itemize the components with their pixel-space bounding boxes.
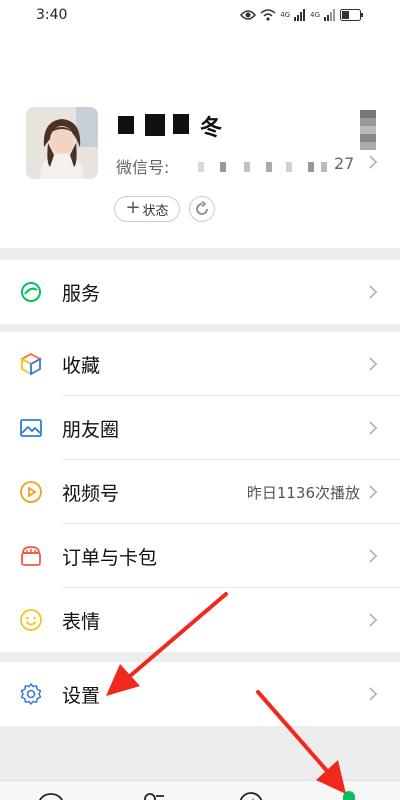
menu-item-favorites[interactable]: 收藏 bbox=[0, 332, 400, 396]
menu-item-moments[interactable]: 朋友圈 bbox=[0, 396, 400, 460]
menu-group-main: 收藏 朋友圈 视频号 昨日1136次播放 订单与卡包 表情 bbox=[0, 332, 400, 652]
menu-item-services[interactable]: 服务 bbox=[0, 260, 400, 324]
redaction-block bbox=[173, 114, 189, 134]
redaction-block bbox=[145, 114, 165, 136]
channels-play-count: 昨日1136次播放 bbox=[246, 484, 360, 502]
chevron-right-icon bbox=[369, 549, 378, 563]
battery-icon bbox=[340, 9, 363, 21]
status-button-label: 状态 bbox=[142, 203, 169, 219]
menu-item-label: 设置 bbox=[62, 685, 101, 707]
signal-bars-icon bbox=[294, 9, 306, 21]
menu-item-label: 视频号 bbox=[62, 483, 120, 505]
menu-item-settings[interactable]: 设置 bbox=[0, 662, 400, 726]
discover-tab-icon[interactable] bbox=[236, 790, 266, 800]
redaction-mosaic bbox=[220, 162, 226, 172]
wechat-id-label: 微信号: bbox=[116, 158, 170, 177]
services-icon bbox=[21, 282, 41, 302]
stickers-smile-icon bbox=[20, 609, 42, 631]
redaction-mosaic bbox=[198, 162, 204, 172]
add-status-button[interactable]: + 状态 bbox=[114, 196, 180, 222]
redaction-mosaic bbox=[244, 162, 250, 172]
favorites-cube-icon bbox=[20, 352, 42, 376]
signal-bars-icon bbox=[324, 9, 335, 21]
wechat-id-row: 微信号: 27 bbox=[116, 154, 386, 178]
redaction-block bbox=[118, 116, 134, 134]
me-tab-icon[interactable] bbox=[343, 791, 355, 800]
profile-card[interactable]: 冬 微信号: 27 + 状态 bbox=[0, 30, 400, 248]
menu-group-settings: 设置 bbox=[0, 662, 400, 726]
contacts-tab-icon[interactable] bbox=[138, 790, 168, 800]
status-history-button[interactable] bbox=[189, 196, 215, 222]
settings-gear-icon bbox=[20, 683, 42, 705]
menu-group-services: 服务 bbox=[0, 260, 400, 324]
refresh-circle-icon bbox=[196, 201, 208, 215]
chevron-right-icon bbox=[369, 687, 378, 701]
menu-item-label: 表情 bbox=[62, 611, 101, 633]
moments-image-icon bbox=[20, 419, 42, 437]
chats-tab-icon[interactable] bbox=[36, 790, 66, 800]
menu-item-label: 朋友圈 bbox=[62, 419, 120, 441]
plus-icon: + bbox=[125, 197, 141, 218]
chevron-right-icon bbox=[369, 421, 378, 435]
wifi-icon bbox=[260, 9, 276, 21]
menu-item-stickers[interactable]: 表情 bbox=[0, 588, 400, 652]
bottom-tab-bar bbox=[0, 780, 400, 800]
chevron-right-icon bbox=[369, 285, 378, 299]
avatar-portrait-icon bbox=[26, 107, 98, 179]
status-bar: 3:40 4G 4G bbox=[0, 0, 400, 30]
wechat-id-visible: 27 bbox=[334, 154, 355, 173]
avatar[interactable] bbox=[26, 107, 98, 179]
redaction-mosaic bbox=[308, 162, 314, 172]
wechat-me-screen: 3:40 4G 4G 冬 微信号: 27 + 状态 服务 收藏 朋友圈 视频号 … bbox=[0, 0, 400, 800]
chevron-right-icon bbox=[369, 485, 378, 499]
signal-1-label: 4G bbox=[280, 11, 291, 19]
menu-item-orders-cards[interactable]: 订单与卡包 bbox=[0, 524, 400, 588]
channels-play-icon bbox=[20, 481, 42, 503]
redaction-mosaic bbox=[321, 162, 327, 172]
status-time: 3:40 bbox=[36, 7, 68, 23]
menu-item-label: 收藏 bbox=[62, 355, 101, 377]
username-redacted: 冬 bbox=[118, 110, 238, 141]
orders-wallet-icon bbox=[21, 546, 41, 566]
signal-2-label: 4G bbox=[310, 11, 320, 19]
redaction-mosaic bbox=[266, 162, 272, 172]
menu-item-label: 服务 bbox=[62, 283, 101, 305]
chevron-right-icon bbox=[369, 155, 378, 169]
redaction-mosaic bbox=[286, 162, 292, 172]
eye-icon bbox=[240, 10, 257, 20]
menu-item-label: 订单与卡包 bbox=[62, 547, 158, 569]
chevron-right-icon bbox=[369, 357, 378, 371]
menu-item-channels[interactable]: 视频号 昨日1136次播放 bbox=[0, 460, 400, 524]
chevron-right-icon bbox=[369, 613, 378, 627]
status-icons: 4G 4G bbox=[240, 6, 364, 24]
username-visible: 冬 bbox=[200, 116, 223, 141]
